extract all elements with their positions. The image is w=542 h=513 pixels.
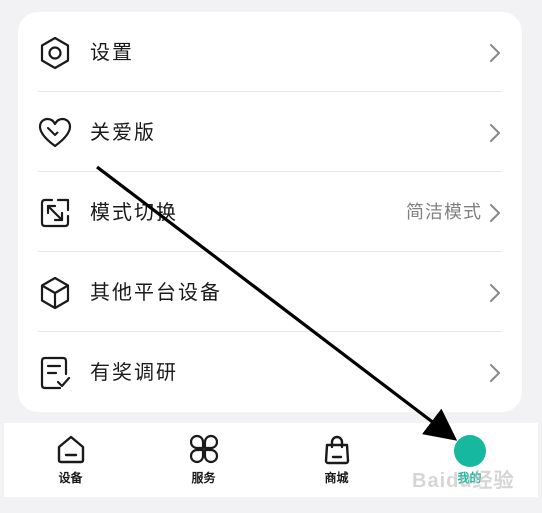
chevron-right-icon <box>488 202 502 224</box>
care-edition-label: 关爱版 <box>90 120 156 144</box>
page: 设置 关爱版 模式切换 简洁模式 其他平台设备 有奖调研 设备 服务 商城 我的… <box>0 0 542 513</box>
tab-services[interactable]: 服务 <box>137 423 270 497</box>
profile-avatar-icon <box>453 435 486 467</box>
reward-survey-label: 有奖调研 <box>90 360 178 384</box>
settings-card: 设置 关爱版 模式切换 简洁模式 其他平台设备 有奖调研 <box>18 12 522 412</box>
settings-row-label: 设置 <box>90 40 134 64</box>
chevron-right-icon <box>488 282 502 304</box>
chevron-right-icon <box>488 362 502 384</box>
mode-switch-label: 模式切换 <box>90 200 178 224</box>
home-device-icon <box>55 433 87 465</box>
chevron-right-icon <box>488 122 502 144</box>
four-petal-service-icon <box>188 433 220 465</box>
reward-survey-row[interactable]: 有奖调研 <box>18 332 522 412</box>
shopping-bag-icon <box>321 433 353 465</box>
settings-row[interactable]: 设置 <box>18 12 522 92</box>
tab-devices[interactable]: 设备 <box>4 423 137 497</box>
heart-icon <box>38 116 72 150</box>
survey-checklist-icon <box>38 356 72 390</box>
tab-services-label: 服务 <box>191 471 216 485</box>
tab-mall-label: 商城 <box>324 471 349 485</box>
mode-switch-row[interactable]: 模式切换 简洁模式 <box>18 172 522 252</box>
hexagon-settings-icon <box>38 36 72 70</box>
mode-switch-value: 简洁模式 <box>406 202 482 223</box>
cube-icon <box>38 276 72 310</box>
resize-arrows-icon <box>38 196 72 230</box>
care-edition-row[interactable]: 关爱版 <box>18 92 522 172</box>
watermark-logo: Baidu经验 <box>412 470 515 492</box>
tab-devices-label: 设备 <box>58 471 83 485</box>
chevron-right-icon <box>488 42 502 64</box>
other-platform-devices-label: 其他平台设备 <box>90 280 222 304</box>
other-platform-devices-row[interactable]: 其他平台设备 <box>18 252 522 332</box>
tab-mall[interactable]: 商城 <box>270 423 403 497</box>
